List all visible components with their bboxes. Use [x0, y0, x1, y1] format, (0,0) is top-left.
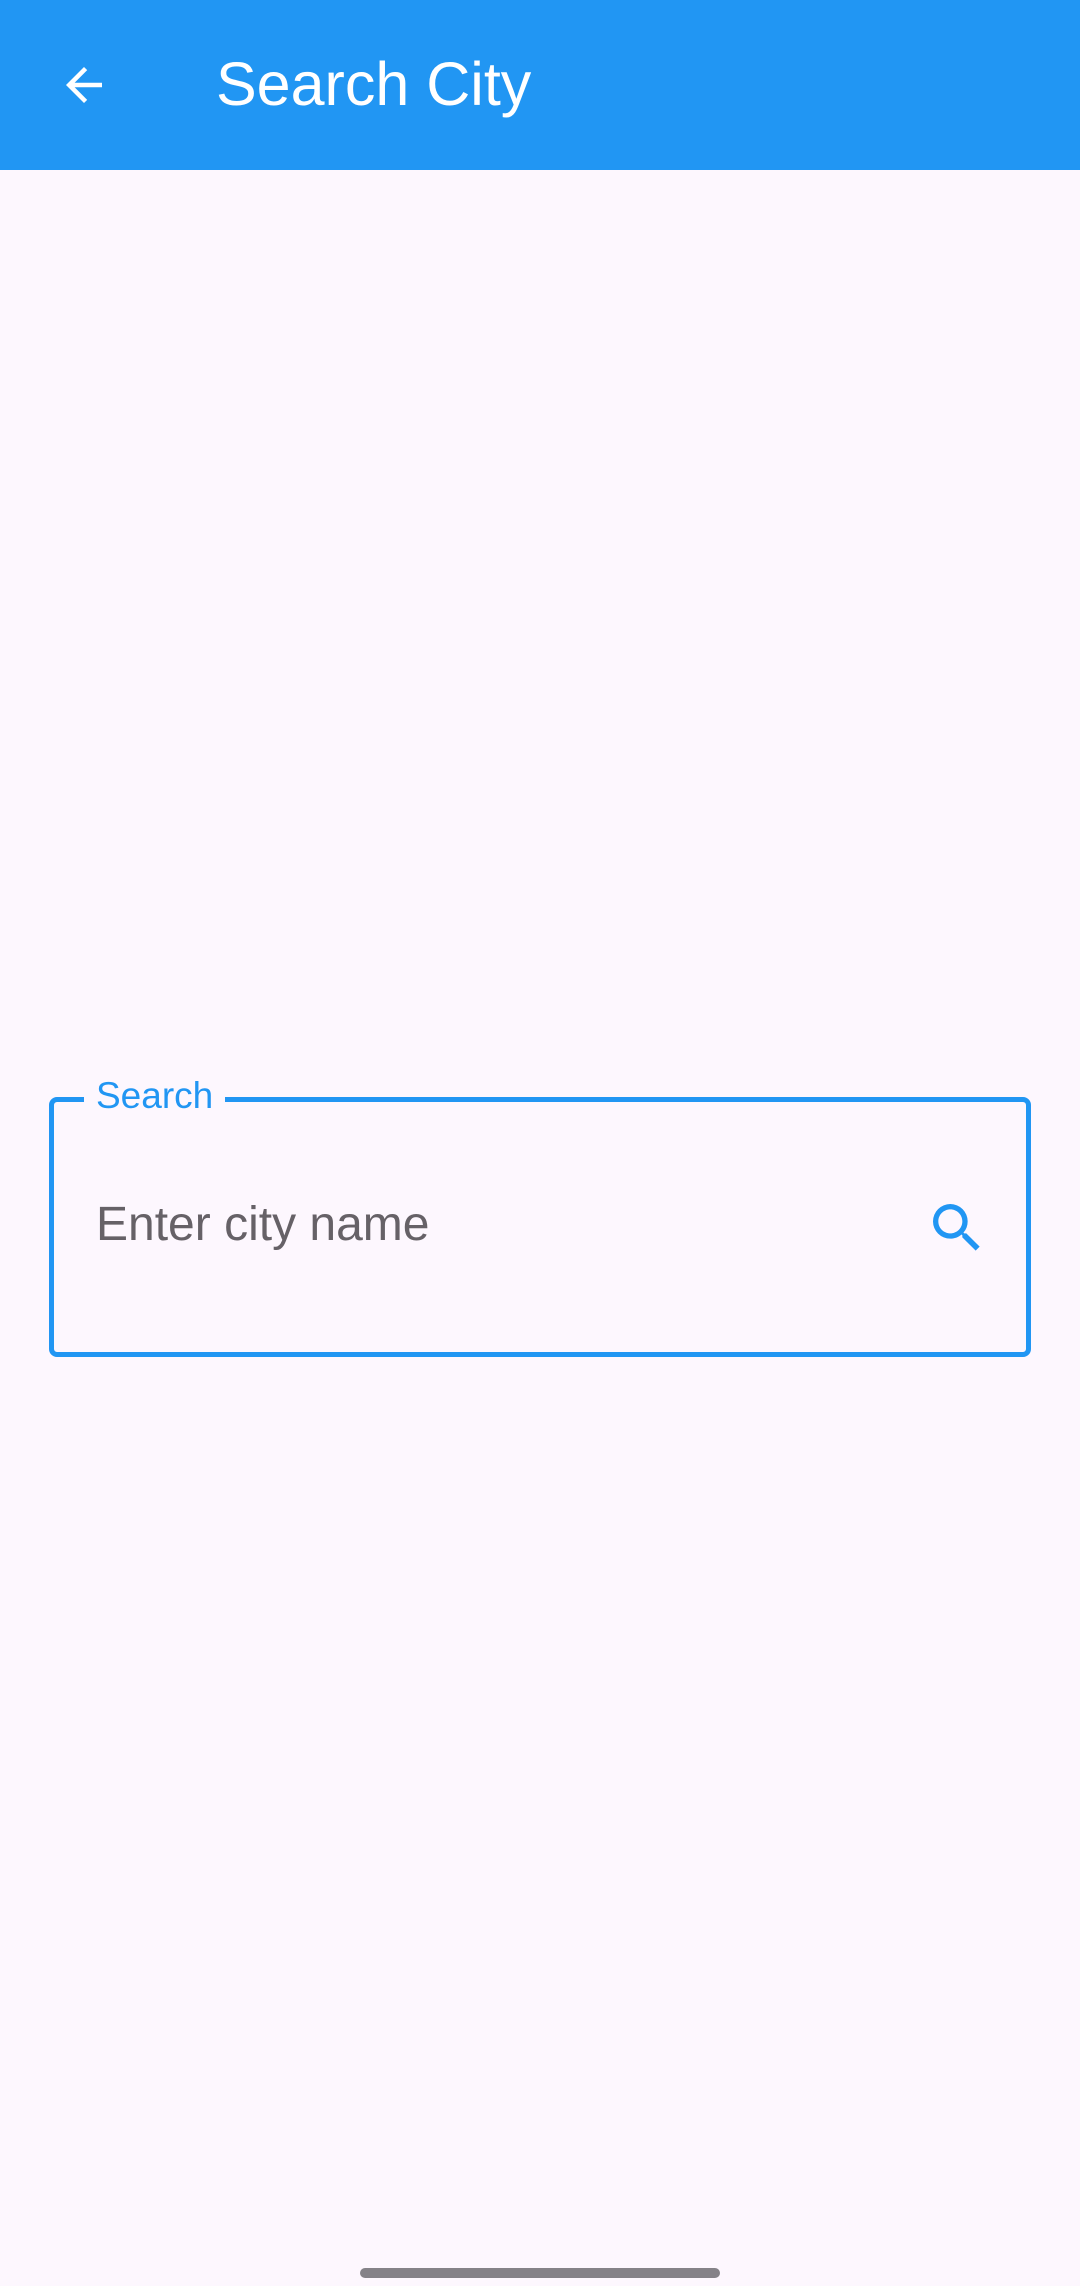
back-button[interactable] [44, 45, 124, 125]
arrow-back-icon [66, 67, 102, 103]
search-icon [933, 1204, 980, 1251]
page-title: Search City [216, 50, 532, 118]
search-field-label: Search [84, 1072, 226, 1120]
app-bar: Search City [0, 0, 1080, 170]
home-indicator[interactable] [360, 2268, 720, 2278]
search-button[interactable] [921, 1192, 993, 1264]
search-input[interactable] [96, 1188, 896, 1260]
